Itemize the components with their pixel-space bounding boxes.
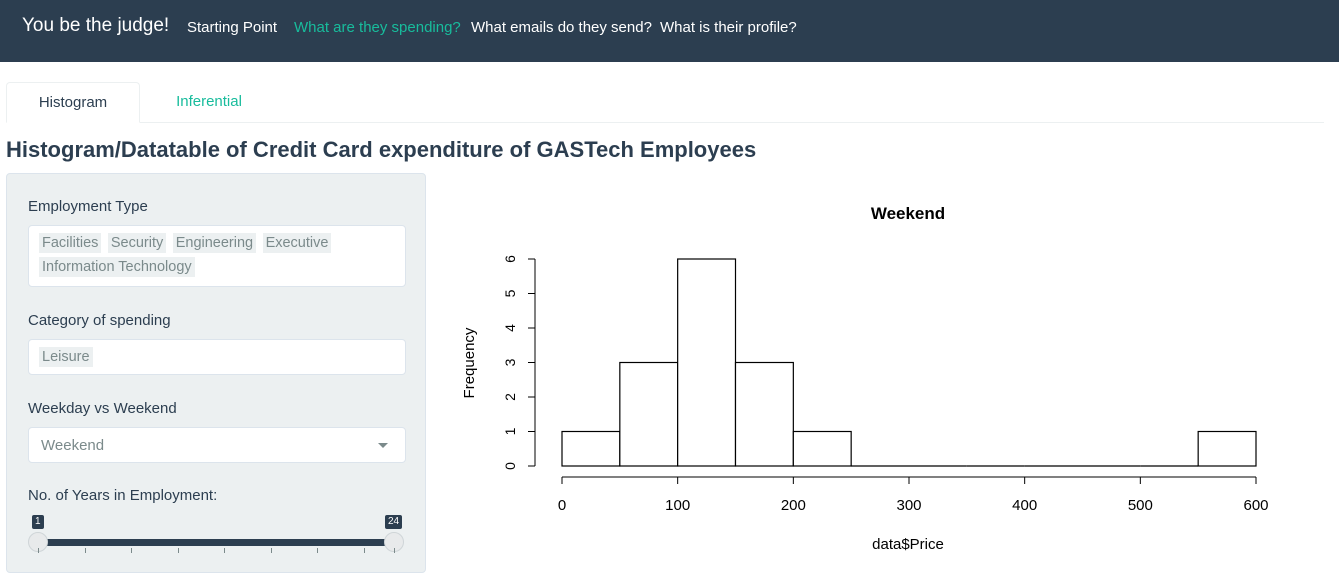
slider-tick	[271, 548, 272, 553]
histogram-bar	[619, 361, 679, 467]
slider-tick	[317, 548, 318, 553]
histogram-chart: Weekend data$Price Frequency 0 100 200 300 4…	[461, 204, 1269, 553]
slider-tick	[394, 548, 395, 553]
tab-histogram[interactable]: Histogram	[6, 82, 140, 123]
y-tick-label: 4	[502, 324, 518, 332]
employment-type-label: Employment Type	[28, 198, 148, 215]
slider-tick	[131, 548, 132, 553]
y-tick-label: 3	[502, 358, 518, 366]
x-tick-label: 300	[896, 497, 921, 514]
nav-link-profile[interactable]: What is their profile?	[660, 19, 797, 36]
day-type-select[interactable]: Weekend	[28, 427, 406, 463]
x-tick-label: 200	[781, 497, 806, 514]
y-tick-label: 0	[502, 462, 518, 470]
x-axis-label: data$Price	[872, 536, 944, 553]
x-tick-label: 600	[1243, 497, 1268, 514]
x-tick-label: 400	[1012, 497, 1037, 514]
page-title: Histogram/Datatable of Credit Card expen…	[6, 137, 757, 162]
x-tick-label: 0	[558, 497, 566, 514]
y-tick-label: 5	[502, 289, 518, 297]
chip-leisure[interactable]: Leisure	[39, 347, 93, 367]
slider-max-badge: 24	[385, 515, 403, 529]
y-tick-label: 1	[502, 427, 518, 435]
chip-facilities[interactable]: Facilities	[39, 233, 102, 253]
sidebar-panel: Employment Type Facilities Security Engi…	[6, 173, 426, 573]
histogram-bar	[1197, 430, 1257, 467]
chart-title: Weekend	[871, 204, 945, 223]
tab-bar: Histogram Inferential	[6, 82, 1324, 123]
day-type-value: Weekend	[41, 437, 105, 454]
slider-tick	[38, 548, 39, 553]
y-axis-label: Frequency	[461, 327, 478, 398]
slider-min-badge: 1	[32, 515, 44, 529]
nav-link-spending[interactable]: What are they spending?	[294, 19, 461, 36]
nav-link-emails[interactable]: What emails do they send?	[471, 19, 652, 36]
chip-security[interactable]: Security	[107, 233, 167, 253]
slider-tick	[364, 548, 365, 553]
nav-link-starting-point[interactable]: Starting Point	[187, 19, 277, 36]
chip-executive[interactable]: Executive	[262, 233, 332, 253]
slider-track[interactable]	[40, 539, 394, 546]
slider-tick	[85, 548, 86, 553]
slider-tick	[178, 548, 179, 553]
histogram-bar	[561, 430, 621, 467]
caret-down-icon	[378, 443, 388, 448]
chip-engineering[interactable]: Engineering	[172, 233, 257, 253]
employment-type-input[interactable]: Facilities Security Engineering Executiv…	[28, 225, 406, 287]
histogram-plot: Weekend data$Price Frequency 0 100 200 300 4…	[440, 180, 1330, 563]
tab-inferential[interactable]: Inferential	[154, 82, 264, 122]
y-tick-label: 6	[502, 255, 518, 263]
y-tick-label: 2	[502, 393, 518, 401]
histogram-bar	[792, 430, 852, 467]
x-tick-label: 100	[665, 497, 690, 514]
x-tick-label: 500	[1128, 497, 1153, 514]
histogram-bar	[677, 258, 737, 467]
category-label: Category of spending	[28, 312, 171, 329]
navbar: You be the judge! Starting Point What ar…	[0, 0, 1339, 62]
histogram-bar	[734, 361, 794, 467]
app-brand[interactable]: You be the judge!	[22, 15, 169, 37]
category-input[interactable]: Leisure	[28, 339, 406, 375]
years-label: No. of Years in Employment:	[28, 487, 218, 504]
day-type-label: Weekday vs Weekend	[28, 400, 177, 417]
chip-information-technology[interactable]: Information Technology	[39, 257, 195, 277]
slider-tick	[224, 548, 225, 553]
